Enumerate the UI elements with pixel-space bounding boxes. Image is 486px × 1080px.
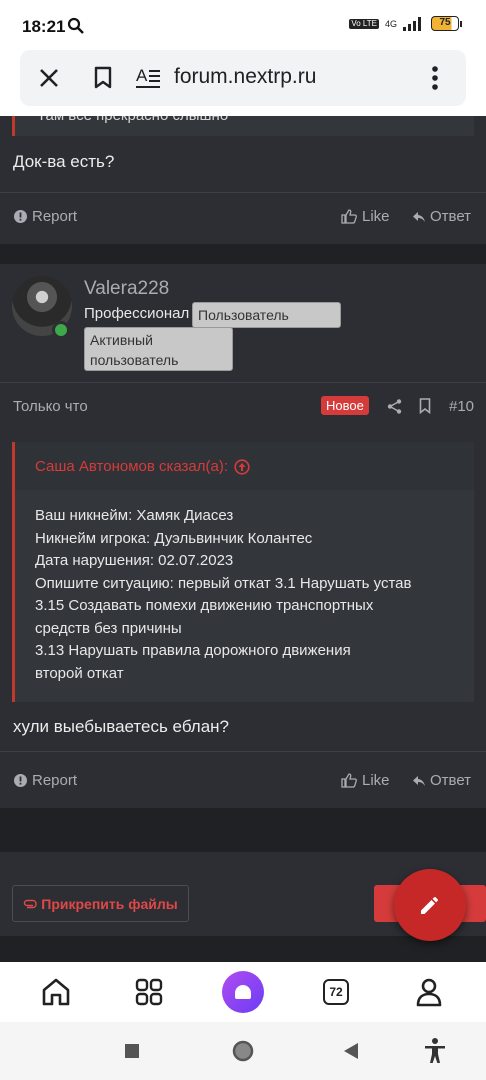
network-type: 4G bbox=[384, 18, 397, 29]
reply-button[interactable]: Ответ bbox=[413, 772, 471, 789]
recent-apps-icon[interactable] bbox=[125, 1044, 139, 1058]
quote-line: Ваш никнейм: Хамяк Диасез bbox=[35, 507, 234, 524]
pencil-icon bbox=[421, 897, 438, 914]
home-button-icon[interactable] bbox=[232, 1040, 254, 1062]
previous-quote-text: Там все прекрасно слышно bbox=[37, 116, 228, 124]
battery-icon: 75 bbox=[431, 16, 462, 31]
like-label: Like bbox=[362, 208, 390, 225]
close-icon[interactable] bbox=[34, 63, 64, 93]
status-bar: 18:21 Vo LTE 4G 75 bbox=[0, 0, 486, 50]
reply-button[interactable]: Ответ bbox=[413, 208, 471, 225]
report-button[interactable]: Report bbox=[14, 772, 77, 789]
volte-indicator: Vo LTE bbox=[349, 18, 379, 29]
like-icon bbox=[341, 773, 357, 788]
report-icon bbox=[14, 210, 27, 223]
back-icon[interactable] bbox=[343, 1042, 359, 1060]
accessibility-icon[interactable] bbox=[424, 1038, 446, 1064]
voice-assistant-button[interactable] bbox=[222, 971, 264, 1013]
quote-line: Никнейм игрока: Дуэльвинчик Колантес bbox=[35, 529, 313, 547]
quote-line: средств без причины bbox=[35, 619, 182, 637]
status-indicators: Vo LTE 4G 75 bbox=[349, 16, 462, 31]
divider bbox=[0, 382, 486, 383]
system-navigation bbox=[0, 1022, 486, 1080]
divider bbox=[0, 751, 486, 752]
status-time: 18:21 bbox=[22, 17, 66, 36]
online-status-icon bbox=[52, 321, 70, 339]
quote-header: Саша Автономов сказал(а): bbox=[15, 442, 474, 490]
quote-line: Опишите ситуацию: первый откат 3.1 Наруш… bbox=[35, 574, 412, 592]
tabs-count: 72 bbox=[323, 979, 349, 1005]
reader-mode-icon[interactable]: A bbox=[134, 63, 164, 93]
report-button[interactable]: Report bbox=[14, 208, 77, 225]
like-button[interactable]: Like bbox=[341, 772, 390, 789]
compose-fab[interactable] bbox=[394, 869, 466, 941]
like-icon bbox=[341, 209, 357, 224]
user-icon[interactable] bbox=[411, 974, 447, 1010]
browser-toolbar: A forum.nextrp.ru bbox=[0, 50, 486, 116]
address-bar: A forum.nextrp.ru bbox=[20, 50, 466, 106]
user-badge: Пользователь bbox=[192, 302, 341, 328]
more-icon[interactable] bbox=[420, 63, 450, 93]
quote-line: 3.15 Создавать помехи движению транспорт… bbox=[35, 597, 374, 614]
post-time[interactable]: Только что bbox=[13, 398, 88, 415]
quote-author[interactable]: Саша Автономов сказал(а): bbox=[35, 458, 250, 475]
grid-icon[interactable] bbox=[131, 974, 167, 1010]
reply-icon bbox=[413, 211, 425, 222]
attach-files-label: Прикрепить файлы bbox=[41, 895, 178, 912]
bookmark-icon[interactable] bbox=[88, 63, 118, 93]
reply-label: Ответ bbox=[430, 208, 472, 225]
tabs-button[interactable]: 72 bbox=[318, 974, 354, 1010]
home-icon[interactable] bbox=[38, 974, 74, 1010]
like-button[interactable]: Like bbox=[341, 208, 390, 225]
quote-line: второй откат bbox=[35, 664, 124, 682]
attach-files-button[interactable]: Прикрепить файлы bbox=[12, 885, 189, 922]
post-text: хули выебываетесь еблан? bbox=[13, 717, 230, 736]
report-label: Report bbox=[32, 208, 78, 225]
user-badge: Активный пользователь bbox=[84, 327, 233, 371]
reply-label: Ответ bbox=[430, 772, 472, 789]
svg-text:A: A bbox=[136, 66, 148, 85]
page-content: Там все прекрасно слышно Док-ва есть? Re… bbox=[0, 116, 486, 962]
battery-level: 75 bbox=[431, 16, 459, 31]
share-icon[interactable] bbox=[387, 399, 402, 414]
quote-up-icon bbox=[234, 458, 250, 475]
paperclip-icon bbox=[24, 899, 37, 908]
reply-icon bbox=[413, 775, 425, 786]
quote-line: Дата нарушения: 02.07.2023 bbox=[35, 552, 234, 569]
previous-post-text: Док-ва есть? bbox=[13, 152, 115, 171]
quote-body: Ваш никнейм: Хамяк Диасез Никнейм игрока… bbox=[35, 505, 411, 685]
assistant-icon bbox=[235, 985, 251, 999]
quote-line: 3.13 Нарушать правила дорожного движения bbox=[35, 642, 351, 659]
new-badge: Новое bbox=[321, 396, 369, 415]
signal-icon bbox=[403, 16, 421, 31]
quote-author-text: Саша Автономов сказал(а): bbox=[35, 458, 229, 475]
previous-quote: Там все прекрасно слышно bbox=[12, 116, 474, 136]
like-label: Like bbox=[362, 772, 390, 789]
url-text[interactable]: forum.nextrp.ru bbox=[174, 65, 316, 89]
post-number[interactable]: #10 bbox=[449, 398, 474, 415]
report-label: Report bbox=[32, 772, 78, 789]
previous-post: Там все прекрасно слышно Док-ва есть? Re… bbox=[0, 116, 486, 244]
user-rank: Профессионал bbox=[84, 305, 190, 322]
search-icon bbox=[67, 17, 85, 40]
post-username[interactable]: Valera228 bbox=[84, 278, 169, 300]
quote-block: Саша Автономов сказал(а): Ваш никнейм: Х… bbox=[12, 442, 474, 702]
bookmark-icon[interactable] bbox=[419, 398, 431, 414]
bottom-navigation: 72 bbox=[0, 962, 486, 1022]
report-icon bbox=[14, 774, 27, 787]
divider bbox=[0, 192, 486, 193]
